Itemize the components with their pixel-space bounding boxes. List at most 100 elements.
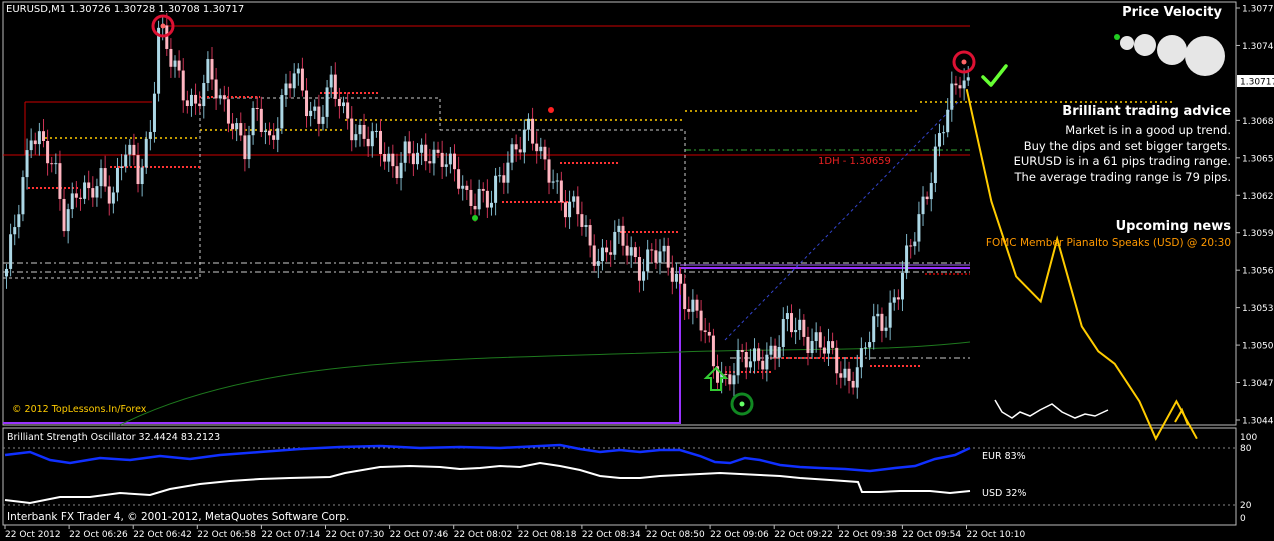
candle-body — [337, 98, 341, 107]
price-tick-label: 1.30595 — [1242, 229, 1274, 239]
candle-body — [280, 95, 284, 129]
candle-body — [683, 283, 687, 310]
candle-body — [572, 196, 576, 202]
candle-body — [872, 316, 876, 343]
oscillator-scale-80: 80 — [1240, 444, 1252, 454]
candle-body — [370, 131, 374, 147]
time-tick-label: 22 Oct 10:10 — [967, 530, 1026, 540]
candle-body — [226, 99, 230, 124]
candle-body — [255, 107, 259, 109]
candle-body — [173, 60, 177, 67]
candle-body — [748, 361, 752, 368]
candle-body — [132, 144, 136, 156]
candle-body — [461, 185, 465, 189]
candle-body — [247, 135, 251, 160]
candle-body — [888, 302, 892, 328]
candle-body — [202, 83, 206, 107]
candle-body — [584, 225, 588, 227]
green-velocity-dot-icon — [1114, 34, 1120, 40]
candle-body — [140, 167, 144, 185]
time-tick-label: 22 Oct 08:34 — [582, 530, 641, 540]
candle-body — [206, 59, 210, 84]
candle-body — [876, 313, 880, 317]
daily-high-label: 1DH - 1.30659 — [818, 156, 891, 167]
candle-body — [169, 48, 173, 67]
candle-body — [847, 368, 851, 381]
candle-body — [342, 102, 346, 107]
candle-body — [765, 354, 769, 370]
candle-body — [399, 162, 403, 179]
candle-body — [194, 94, 198, 104]
price-velocity-title: Price Velocity — [1122, 5, 1222, 20]
candle-body — [268, 130, 272, 136]
time-tick-label: 22 Oct 09:06 — [710, 530, 769, 540]
candle-body — [761, 360, 765, 370]
candle-body — [711, 335, 715, 367]
candle-body — [662, 245, 666, 252]
candle-body — [942, 132, 946, 134]
candle-body — [70, 193, 74, 210]
candle-body — [185, 100, 189, 107]
oscillator-scale-0: 0 — [1240, 514, 1246, 524]
candle-body — [617, 225, 621, 232]
candle-body — [863, 347, 867, 349]
candle-body — [177, 60, 181, 71]
candle-body — [646, 249, 650, 272]
candle-body — [235, 123, 239, 130]
candle-body — [444, 164, 448, 167]
candle-body — [354, 134, 358, 141]
candle-body — [818, 332, 822, 348]
candle-body — [465, 185, 469, 190]
candle-body — [321, 116, 325, 124]
candle-body — [198, 103, 202, 107]
chart-area[interactable]: 1.30775 1.30745 1.30685 1.30655 1.30625 1.305… — [0, 0, 1274, 541]
candle-body — [896, 297, 900, 300]
candle-body — [909, 245, 913, 247]
candle-body — [531, 118, 535, 144]
candle-body — [103, 168, 107, 187]
candle-body — [851, 380, 855, 388]
news-item[interactable]: FOMC Member Pianalto Speaks (USD) @ 20:3… — [986, 237, 1231, 249]
candle-body — [403, 141, 407, 163]
candle-body — [54, 163, 58, 165]
candle-body — [843, 368, 847, 378]
candle-body — [794, 330, 798, 333]
candle-body — [790, 313, 794, 333]
candle-body — [518, 149, 522, 153]
news-title: Upcoming news — [1115, 219, 1231, 234]
candle-body — [107, 186, 111, 204]
candle-body — [913, 241, 917, 247]
green-dot-icon — [472, 215, 478, 221]
time-tick-label: 22 Oct 08:18 — [518, 530, 577, 540]
candle-body — [272, 135, 276, 140]
candle-body — [124, 154, 128, 167]
candle-body — [243, 135, 247, 160]
candle-body — [144, 138, 148, 168]
candle-body — [440, 152, 444, 167]
advice-line: EURUSD is in a 61 pips trading range. — [1013, 154, 1231, 168]
candle-body — [674, 273, 678, 282]
candle-body — [637, 257, 641, 281]
candle-body — [189, 94, 193, 107]
candle-body — [13, 227, 17, 235]
candle-body — [621, 225, 625, 246]
candle-body — [859, 348, 863, 368]
candle-body — [933, 146, 937, 184]
candle-body — [374, 130, 378, 132]
candle-body — [489, 202, 493, 208]
candle-body — [798, 319, 802, 331]
candle-body — [605, 247, 609, 253]
candle-body — [600, 247, 604, 262]
time-tick-label: 22 Oct 07:46 — [390, 530, 449, 540]
candle-body — [892, 297, 896, 303]
candle-body — [231, 123, 235, 130]
candle-body — [588, 225, 592, 246]
candle-body — [543, 146, 547, 160]
oscillator-scale-20: 20 — [1240, 501, 1252, 511]
candle-body — [773, 345, 777, 358]
candle-body — [757, 348, 761, 361]
candle-body — [5, 268, 8, 277]
candle-body — [691, 299, 695, 312]
candle-body — [502, 175, 506, 183]
ohlc-label: 1.30726 1.30728 1.30708 1.30717 — [69, 4, 245, 15]
